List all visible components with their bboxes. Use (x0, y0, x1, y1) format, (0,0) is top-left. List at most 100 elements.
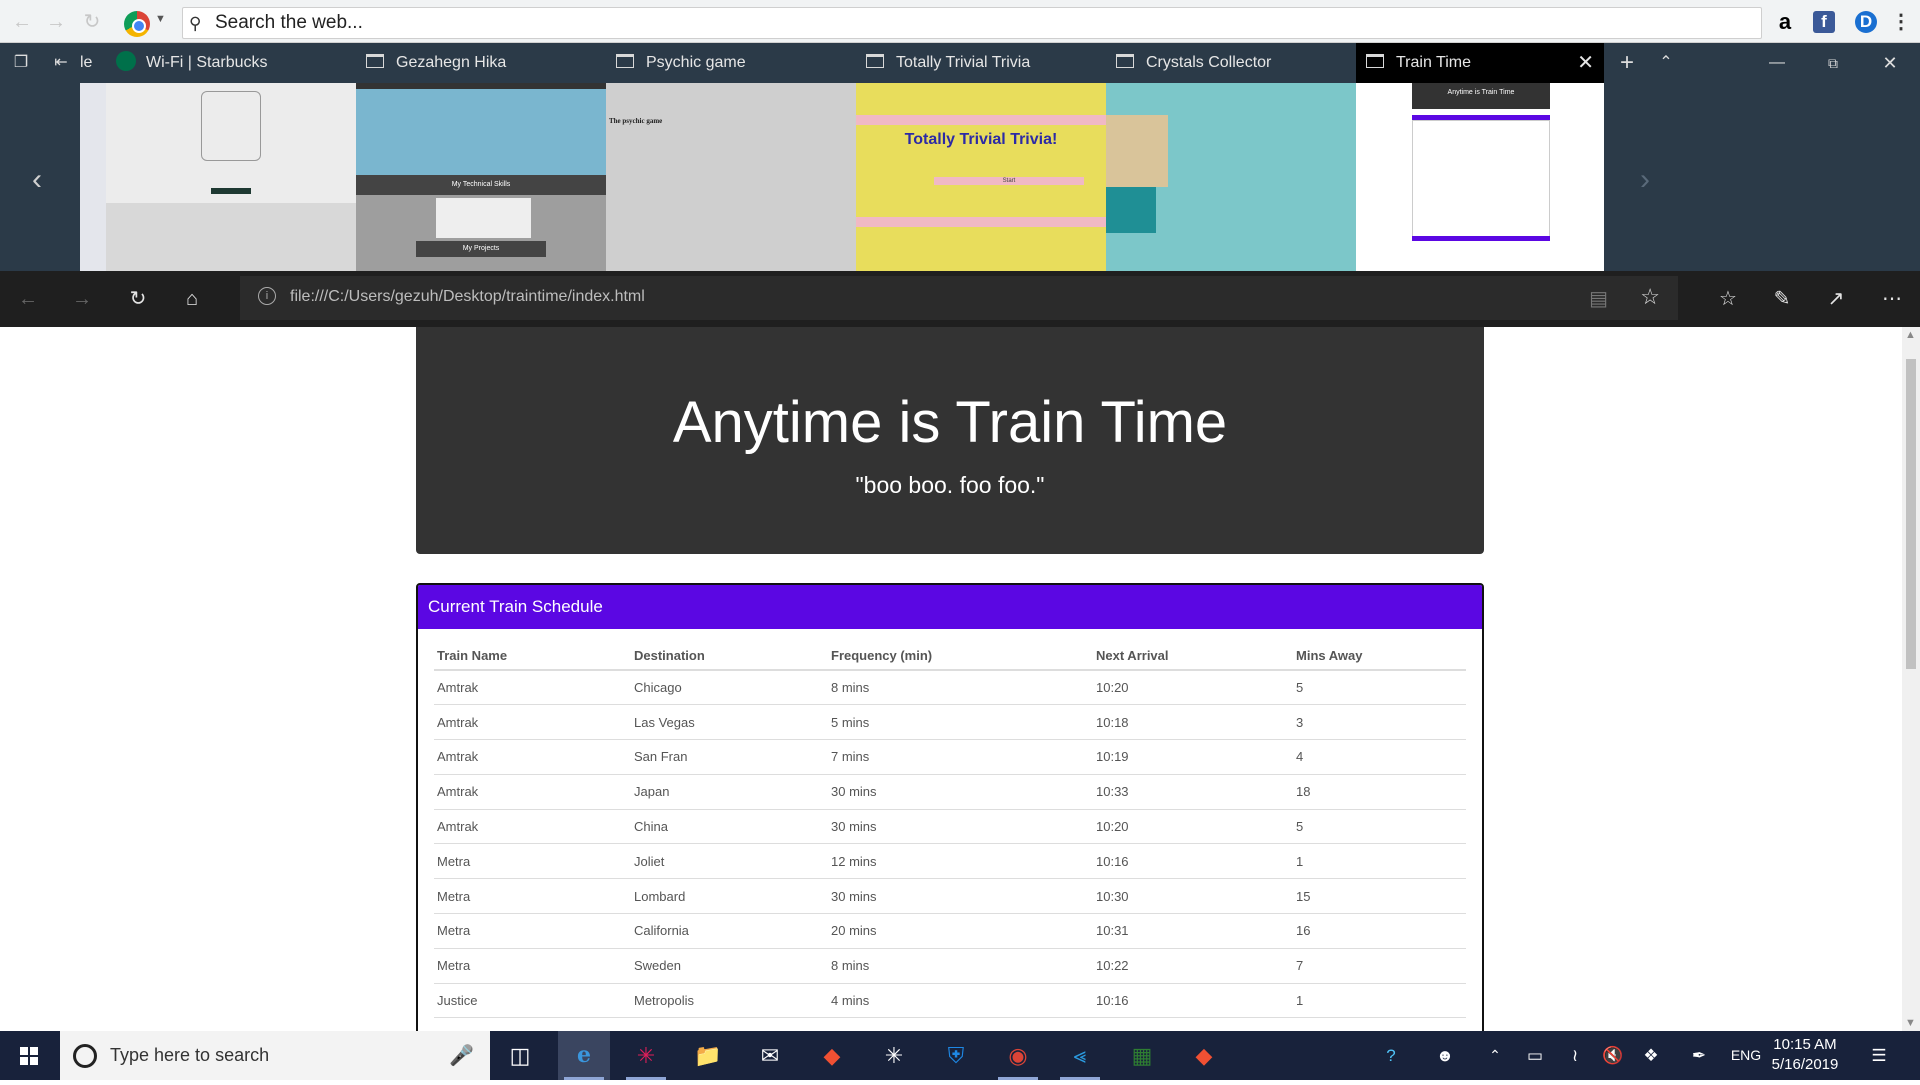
table-cell: Metra (434, 913, 631, 949)
file-explorer-icon[interactable]: 📁 (682, 1031, 734, 1080)
pen-workspace-icon[interactable]: ✒ (1684, 1031, 1714, 1080)
chevron-right-icon[interactable]: › (1640, 163, 1650, 197)
clock[interactable]: 10:15 AM 5/16/2019 (1760, 1035, 1850, 1075)
task-view-icon[interactable]: ◫ (494, 1031, 546, 1080)
caret-down-icon[interactable]: ▼ (155, 13, 166, 25)
minimize-icon[interactable]: — (1762, 43, 1792, 83)
tab-wifi-starbucks[interactable]: Wi-Fi | Starbucks (116, 43, 356, 83)
gitkraken-icon[interactable]: ◆ (1178, 1031, 1230, 1080)
taskbar-search[interactable]: Type here to search 🎤 (60, 1031, 490, 1080)
git-icon[interactable]: ◆ (806, 1031, 858, 1080)
preview-crystals[interactable] (1106, 83, 1356, 271)
start-button[interactable] (0, 1031, 60, 1080)
wifi-icon[interactable]: ≀ (1560, 1031, 1590, 1080)
notifications-icon[interactable]: ☰ (1864, 1031, 1894, 1080)
tab-psychic-game[interactable]: Psychic game (616, 43, 856, 83)
tab-totally-trivial-trivia[interactable]: Totally Trivial Trivia (866, 43, 1106, 83)
close-tab-icon[interactable]: ✕ (1577, 43, 1594, 83)
preview-crystals-gems (1106, 187, 1156, 233)
preview-nav (356, 83, 606, 89)
table-cell: 10:19 (1093, 739, 1293, 775)
share-icon[interactable]: ↗ (1822, 285, 1850, 313)
preview-crystals-panel (1106, 115, 1168, 187)
tab-le[interactable]: le (80, 43, 110, 83)
url-text[interactable]: file:///C:/Users/gezuh/Desktop/traintime… (290, 288, 645, 306)
favorite-star-icon[interactable]: ☆ (1640, 284, 1660, 310)
preview-starbucks[interactable] (106, 83, 356, 271)
tab-crystals-collector[interactable]: Crystals Collector (1116, 43, 1356, 83)
shield-icon[interactable]: ⛨ (930, 1031, 982, 1080)
people-icon[interactable]: ☻ (1430, 1031, 1460, 1080)
table-cell: Lombard (631, 878, 828, 915)
forward-icon[interactable]: → (68, 285, 96, 313)
reading-view-icon[interactable]: ▤ (1589, 286, 1608, 311)
table-cell: Japan (631, 774, 828, 810)
mail-icon[interactable]: ✉ (744, 1031, 796, 1080)
back-icon[interactable]: ← (14, 285, 42, 313)
facebook-extension-icon[interactable]: f (1813, 11, 1835, 33)
set-aside-tabs-icon[interactable]: ❐ (6, 43, 36, 83)
table-row: Justice Metropolis 4 mins 10:16 1 (434, 983, 1466, 1019)
refresh-icon[interactable]: ↻ (124, 285, 152, 313)
table-cell: 8 mins (828, 948, 1093, 984)
chevron-left-icon[interactable]: ‹ (32, 163, 42, 197)
more-icon[interactable]: ⋯ (1878, 285, 1906, 313)
table-row: Metra Sweden 8 mins 10:22 7 (434, 948, 1466, 984)
table-cell: Sweden (631, 948, 828, 984)
scroll-down-icon[interactable]: ▼ (1905, 1017, 1916, 1029)
panel-heading: Current Train Schedule (418, 585, 1482, 629)
new-tab-icon[interactable]: + (1612, 43, 1642, 83)
browser-logo-icon[interactable] (124, 11, 150, 37)
scroll-up-icon[interactable]: ▲ (1905, 329, 1916, 341)
windows-icon (20, 1047, 38, 1065)
home-icon[interactable]: ⌂ (178, 285, 206, 313)
table-cell: Amtrak (434, 809, 631, 845)
info-icon[interactable]: i (258, 287, 276, 305)
taskbar-search-placeholder[interactable]: Type here to search (110, 1045, 269, 1066)
preview-le[interactable] (80, 83, 106, 271)
table-cell: 12 mins (828, 843, 1093, 880)
restore-tabs-icon[interactable]: ⇤ (46, 43, 76, 83)
back-arrow-icon[interactable]: ← (10, 10, 34, 34)
close-window-icon[interactable]: ✕ (1875, 43, 1905, 83)
page-scrollbar[interactable]: ▲ ▼ (1902, 327, 1920, 1031)
preview-psychic[interactable]: The psychic game (606, 83, 856, 271)
starbucks-icon (116, 51, 136, 71)
dashlane-extension-icon[interactable]: D (1855, 11, 1877, 33)
slack-icon[interactable]: ✳ (620, 1031, 672, 1080)
scrollbar-thumb[interactable] (1906, 359, 1916, 669)
slack-app-icon[interactable]: ✳ (868, 1031, 920, 1080)
pen-icon[interactable]: ✎ (1768, 285, 1796, 313)
preview-train-time[interactable]: Anytime is Train Time (1356, 83, 1604, 271)
microphone-icon[interactable]: 🎤 (449, 1043, 474, 1068)
restore-window-icon[interactable]: ⧉ (1818, 43, 1848, 83)
amazon-extension-icon[interactable]: a (1774, 11, 1796, 33)
table-cell: 30 mins (828, 774, 1093, 810)
dropbox-icon[interactable]: ❖ (1636, 1031, 1666, 1080)
preview-gezahegn[interactable]: My Technical Skills My Projects (356, 83, 606, 271)
tab-gezahegn-hika[interactable]: Gezahegn Hika (366, 43, 606, 83)
table-cell: 4 mins (828, 983, 1093, 1019)
more-menu-icon[interactable]: ⋮ (1890, 11, 1912, 33)
vscode-icon[interactable]: ⪡ (1054, 1031, 1106, 1080)
chevron-up-icon[interactable]: ⌃ (1480, 1031, 1510, 1080)
web-search-input[interactable] (215, 11, 1715, 35)
table-cell: 18 (1293, 774, 1466, 810)
page-icon (1366, 54, 1384, 68)
volume-muted-icon[interactable]: 🔇 (1598, 1031, 1628, 1080)
help-icon[interactable]: ? (1376, 1031, 1406, 1080)
sheets-icon[interactable]: ▦ (1116, 1031, 1168, 1080)
url-field[interactable]: i file:///C:/Users/gezuh/Desktop/trainti… (240, 276, 1678, 320)
table-cell: Metropolis (631, 983, 828, 1019)
tab-train-time[interactable]: Train Time ✕ (1356, 43, 1604, 83)
chrome-icon[interactable]: ◉ (992, 1031, 1044, 1080)
table-cell: Metra (434, 948, 631, 984)
forward-arrow-icon[interactable]: → (44, 10, 68, 34)
collapse-previews-icon[interactable]: ⌃ (1651, 43, 1681, 83)
web-search-box[interactable]: ⚲ (182, 7, 1762, 39)
preview-trivia[interactable]: Totally Trivial Trivia! Start (856, 83, 1106, 271)
favorites-icon[interactable]: ☆ (1714, 285, 1742, 313)
reload-icon[interactable]: ↻ (80, 10, 104, 34)
battery-icon[interactable]: ▭ (1520, 1031, 1550, 1080)
edge-icon[interactable]: e (558, 1031, 610, 1080)
